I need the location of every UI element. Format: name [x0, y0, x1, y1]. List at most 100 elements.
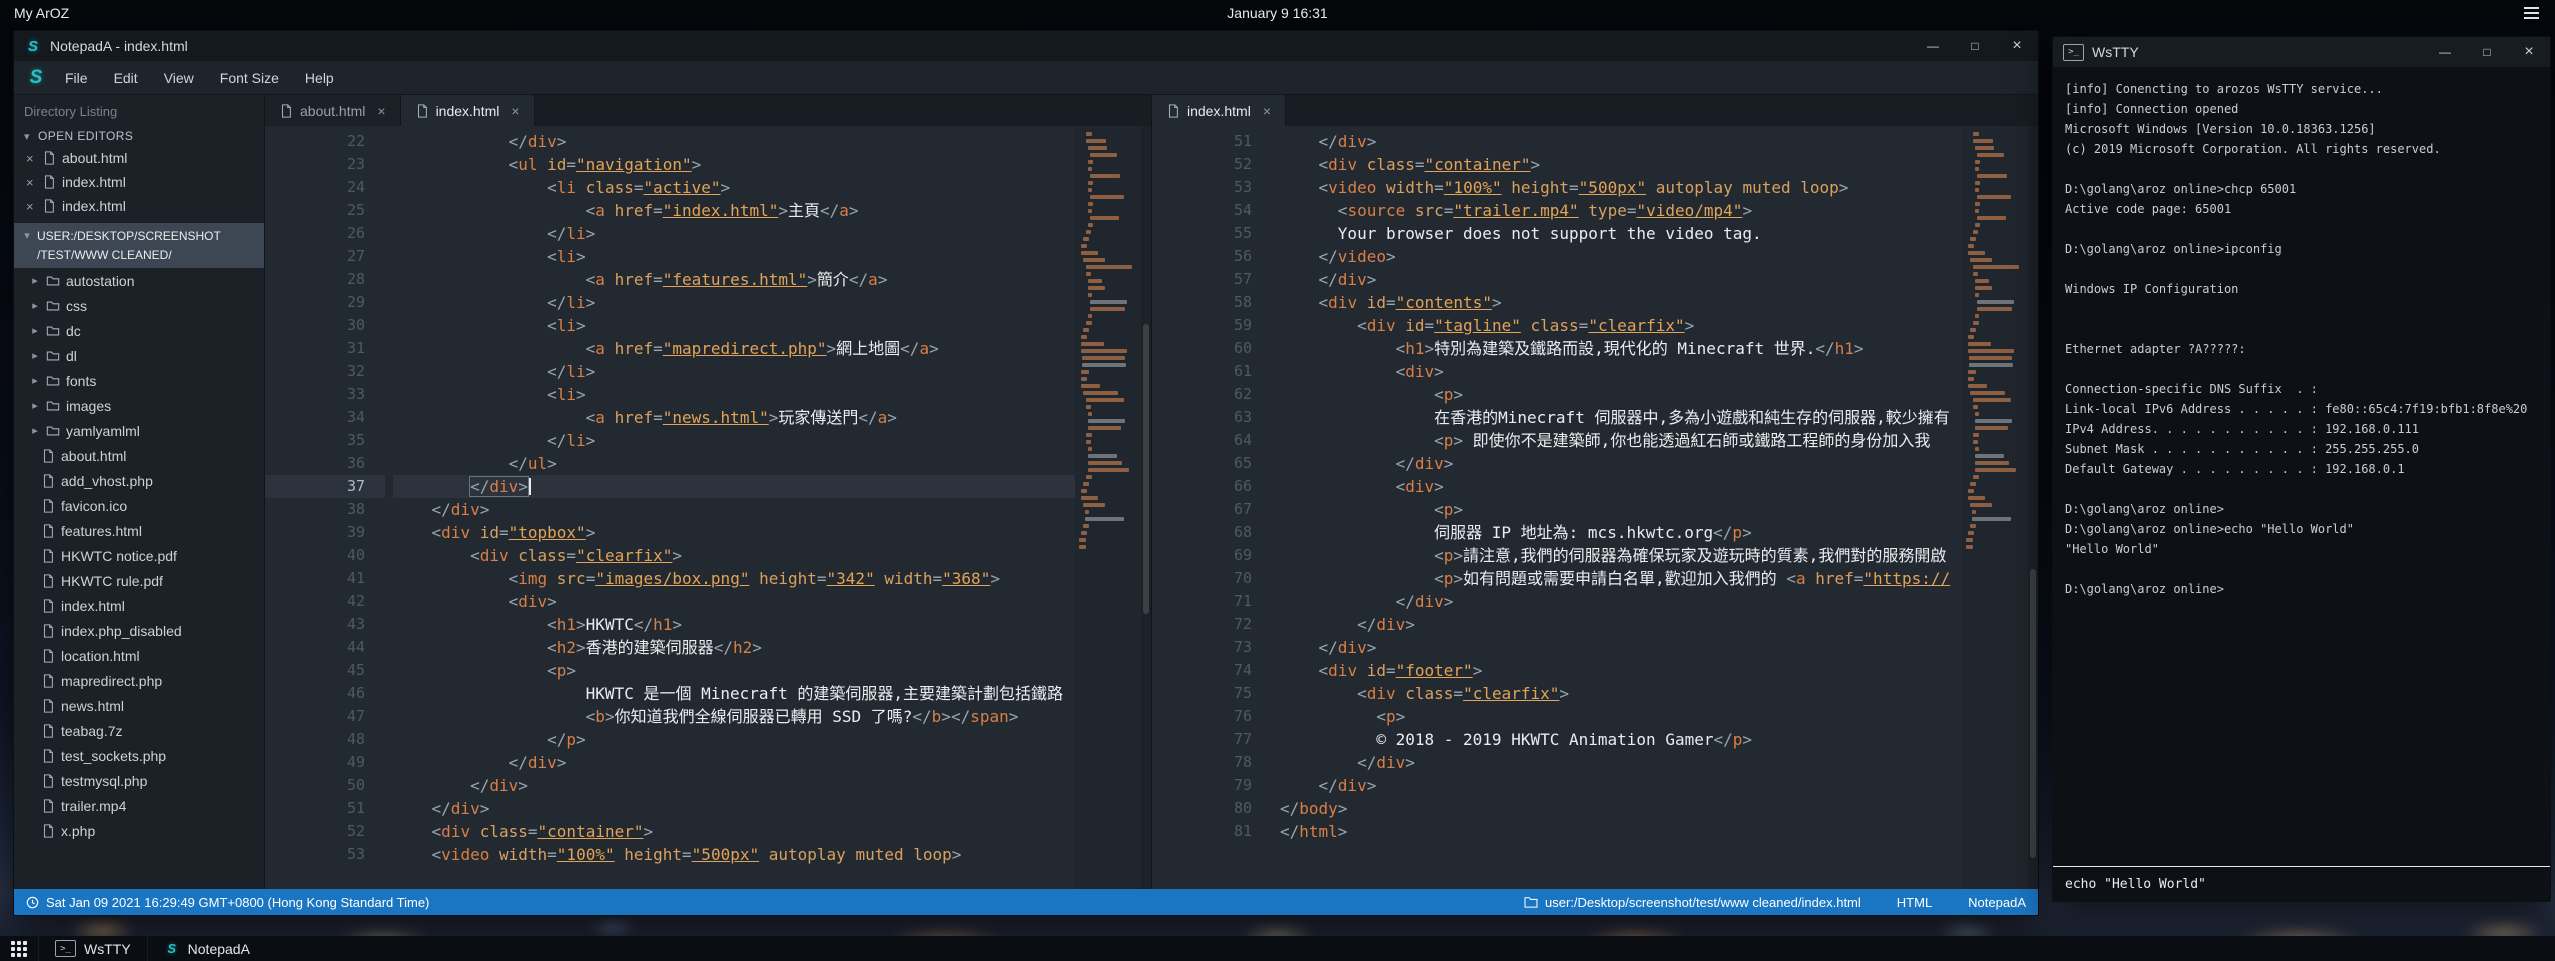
code-line[interactable]: <a href="features.html">簡介</a> [393, 268, 1075, 291]
code-line[interactable]: </video> [1280, 245, 1962, 268]
file-item-x.php[interactable]: x.php [14, 818, 264, 843]
file-item-news.html[interactable]: news.html [14, 693, 264, 718]
code-line[interactable]: <b>你知道我們全線伺服器已轉用 SSD 了嗎?</b></span> [393, 705, 1075, 728]
code-line[interactable]: <li class="active"> [393, 176, 1075, 199]
minimize-button[interactable]: — [1912, 31, 1954, 61]
system-menu-brand[interactable]: My ArOZ [14, 5, 69, 21]
code-line[interactable]: </html> [1280, 820, 1962, 843]
code-line[interactable]: </div> [1280, 268, 1962, 291]
code-line[interactable]: </div> [1280, 590, 1962, 613]
scrollbar[interactable] [2028, 126, 2038, 889]
folder-item-images[interactable]: ▸images [14, 393, 264, 418]
code-line[interactable]: <div> [1280, 360, 1962, 383]
tab-close-icon[interactable]: × [1263, 103, 1271, 119]
menu-edit[interactable]: Edit [101, 70, 151, 86]
open-editor-item-index.html[interactable]: ×index.html [14, 194, 264, 218]
close-icon[interactable]: × [26, 175, 36, 190]
code-line[interactable]: <div id="tagline" class="clearfix"> [1280, 314, 1962, 337]
menu-view[interactable]: View [151, 70, 207, 86]
close-icon[interactable]: × [26, 199, 36, 214]
code-line[interactable]: <h2>香港的建築伺服器</h2> [393, 636, 1075, 659]
code-line[interactable]: <h1>HKWTC</h1> [393, 613, 1075, 636]
code-line[interactable]: </div> [1280, 452, 1962, 475]
code-line[interactable]: <h1>特別為建築及鐵路而設,現代化的 Minecraft 世界.</h1> [1280, 337, 1962, 360]
code-line[interactable]: 伺服器 IP 地址為: mcs.hkwtc.org</p> [1280, 521, 1962, 544]
file-item-index.html[interactable]: index.html [14, 593, 264, 618]
hamburger-menu-icon[interactable] [2524, 7, 2539, 19]
file-item-favicon.ico[interactable]: favicon.ico [14, 493, 264, 518]
file-item-index.php_disabled[interactable]: index.php_disabled [14, 618, 264, 643]
code-editor-left[interactable]: 2223242526272829303132333435363738394041… [265, 126, 1151, 889]
code-area[interactable]: </div> <div class="container"> <video wi… [1272, 126, 1962, 889]
code-area[interactable]: </div> <ul id="navigation"> <li class="a… [385, 126, 1075, 889]
file-item-trailer.mp4[interactable]: trailer.mp4 [14, 793, 264, 818]
menu-file[interactable]: File [52, 70, 101, 86]
file-item-add_vhost.php[interactable]: add_vhost.php [14, 468, 264, 493]
file-item-teabag.7z[interactable]: teabag.7z [14, 718, 264, 743]
folder-item-dl[interactable]: ▸dl [14, 343, 264, 368]
folder-item-fonts[interactable]: ▸fonts [14, 368, 264, 393]
code-line[interactable]: <img src="images/box.png" height="342" w… [393, 567, 1075, 590]
code-line[interactable]: <li> [393, 245, 1075, 268]
code-line[interactable]: </div> [393, 751, 1075, 774]
code-line[interactable]: </ul> [393, 452, 1075, 475]
file-item-location.html[interactable]: location.html [14, 643, 264, 668]
code-line[interactable]: <ul id="navigation"> [393, 153, 1075, 176]
system-clock[interactable]: January 9 16:31 [1227, 5, 1327, 21]
minimap[interactable] [1075, 126, 1141, 889]
file-item-about.html[interactable]: about.html [14, 443, 264, 468]
code-line[interactable]: <a href="mapredirect.php">網上地圖</a> [393, 337, 1075, 360]
menu-help[interactable]: Help [292, 70, 347, 86]
code-line[interactable]: <div class="container"> [1280, 153, 1962, 176]
code-line[interactable]: <div id="footer"> [1280, 659, 1962, 682]
code-editor-right[interactable]: 5152535455565758596061626364656667686970… [1152, 126, 2038, 889]
file-item-test_sockets.php[interactable]: test_sockets.php [14, 743, 264, 768]
terminal-output[interactable]: [info] Conencting to arozos WsTTY servic… [2053, 67, 2550, 866]
code-line[interactable]: <a href="news.html">玩家傳送門</a> [393, 406, 1075, 429]
minimap[interactable] [1962, 126, 2028, 889]
terminal-input[interactable] [2063, 876, 2540, 893]
code-line[interactable]: <div class="clearfix"> [1280, 682, 1962, 705]
minimize-button[interactable]: — [2424, 37, 2466, 67]
code-line[interactable]: <p> 即使你不是建築師,你也能透過紅石師或鐵路工程師的身份加入我 [1280, 429, 1962, 452]
code-line[interactable]: <div class="clearfix"> [393, 544, 1075, 567]
editor-tab-index.html[interactable]: index.html× [401, 95, 535, 126]
menu-font-size[interactable]: Font Size [207, 70, 292, 86]
file-item-HKWTC rule.pdf[interactable]: HKWTC rule.pdf [14, 568, 264, 593]
code-line[interactable]: <a href="index.html">主頁</a> [393, 199, 1075, 222]
code-line[interactable]: <p> [1280, 705, 1962, 728]
app-launcher-button[interactable] [0, 936, 38, 961]
editor-tab-index.html[interactable]: index.html× [1152, 95, 1286, 126]
folder-item-css[interactable]: ▸css [14, 293, 264, 318]
code-line[interactable]: © 2018 - 2019 HKWTC Animation Gamer</p> [1280, 728, 1962, 751]
code-line[interactable]: Your browser does not support the video … [1280, 222, 1962, 245]
wstty-titlebar[interactable]: >_ WsTTY — □ × [2053, 37, 2550, 67]
code-line[interactable]: <video width="100%" height="500px" autop… [1280, 176, 1962, 199]
close-button[interactable]: × [1996, 31, 2038, 61]
folder-item-autostation[interactable]: ▸autostation [14, 268, 264, 293]
taskbar-item-NotepadA[interactable]: SNotepadA [147, 936, 266, 961]
code-line[interactable]: </li> [393, 360, 1075, 383]
code-line[interactable]: </li> [393, 291, 1075, 314]
code-line[interactable]: <li> [393, 314, 1075, 337]
maximize-button[interactable]: □ [2466, 37, 2508, 67]
code-line[interactable]: <div> [393, 590, 1075, 613]
code-line[interactable]: <div> [1280, 475, 1962, 498]
close-icon[interactable]: × [26, 151, 36, 166]
tab-close-icon[interactable]: × [511, 103, 519, 119]
code-line[interactable]: </div> [393, 498, 1075, 521]
code-line[interactable]: <div class="container"> [393, 820, 1075, 843]
editor-tab-about.html[interactable]: about.html× [265, 95, 401, 126]
code-line[interactable]: </div> [393, 475, 1075, 498]
close-button[interactable]: × [2508, 37, 2550, 67]
code-line[interactable]: <li> [393, 383, 1075, 406]
code-line[interactable]: <div id="topbox"> [393, 521, 1075, 544]
folder-item-dc[interactable]: ▸dc [14, 318, 264, 343]
code-line[interactable]: <p>如有問題或需要申請白名單,歡迎加入我們的 <a href="https:/… [1280, 567, 1962, 590]
code-line[interactable]: </div> [393, 797, 1075, 820]
file-item-testmysql.php[interactable]: testmysql.php [14, 768, 264, 793]
taskbar-item-WsTTY[interactable]: >_WsTTY [38, 936, 147, 961]
scrollbar[interactable] [1141, 126, 1151, 889]
code-line[interactable]: </div> [393, 774, 1075, 797]
code-line[interactable]: <source src="trailer.mp4" type="video/mp… [1280, 199, 1962, 222]
